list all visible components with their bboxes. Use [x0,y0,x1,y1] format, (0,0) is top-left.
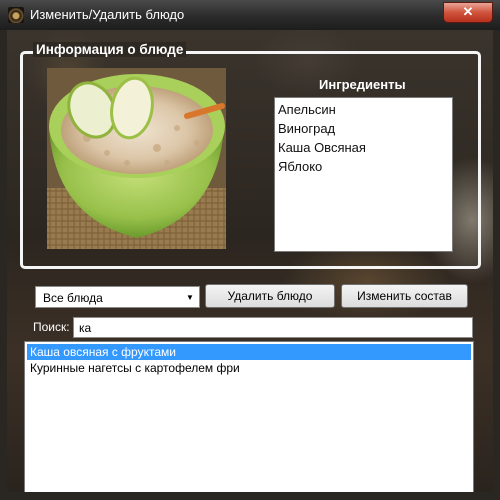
chevron-down-icon[interactable]: ▼ [183,291,197,305]
edit-composition-button[interactable]: Изменить состав [341,284,468,308]
dish-photo [47,68,226,249]
ingredients-list[interactable]: Апельсин Виноград Каша Овсяная Яблоко [274,97,453,252]
dishes-list[interactable]: Каша овсяная с фруктами Куринные нагетсы… [24,341,474,492]
category-dropdown-value: Все блюда [43,291,103,305]
ingredient-item[interactable]: Апельсин [278,100,449,119]
dish-info-legend: Информация о блюде [33,42,187,57]
dish-list-item-selected[interactable]: Каша овсяная с фруктами [27,344,471,360]
oatmeal-bowl-image [47,68,226,249]
close-button[interactable]: ✕ [443,2,493,23]
ingredient-item[interactable]: Виноград [278,119,449,138]
title-bar[interactable]: Изменить/Удалить блюдо ✕ [0,0,500,30]
delete-dish-button[interactable]: Удалить блюдо [205,284,335,308]
dish-list-item[interactable]: Куринные нагетсы с картофелем фри [27,360,471,376]
client-area: Информация о блюде Ингредиенты Апельсин … [7,30,493,492]
search-input[interactable] [73,317,473,338]
dish-edit-window: Изменить/Удалить блюдо ✕ Информация о бл… [0,0,500,500]
ingredients-title: Ингредиенты [319,77,406,92]
search-label: Поиск: [33,320,70,334]
window-title: Изменить/Удалить блюдо [30,7,185,22]
ingredient-item[interactable]: Яблоко [278,157,449,176]
category-dropdown[interactable]: Все блюда ▼ [35,286,200,308]
app-icon [8,7,24,23]
ingredient-item[interactable]: Каша Овсяная [278,138,449,157]
